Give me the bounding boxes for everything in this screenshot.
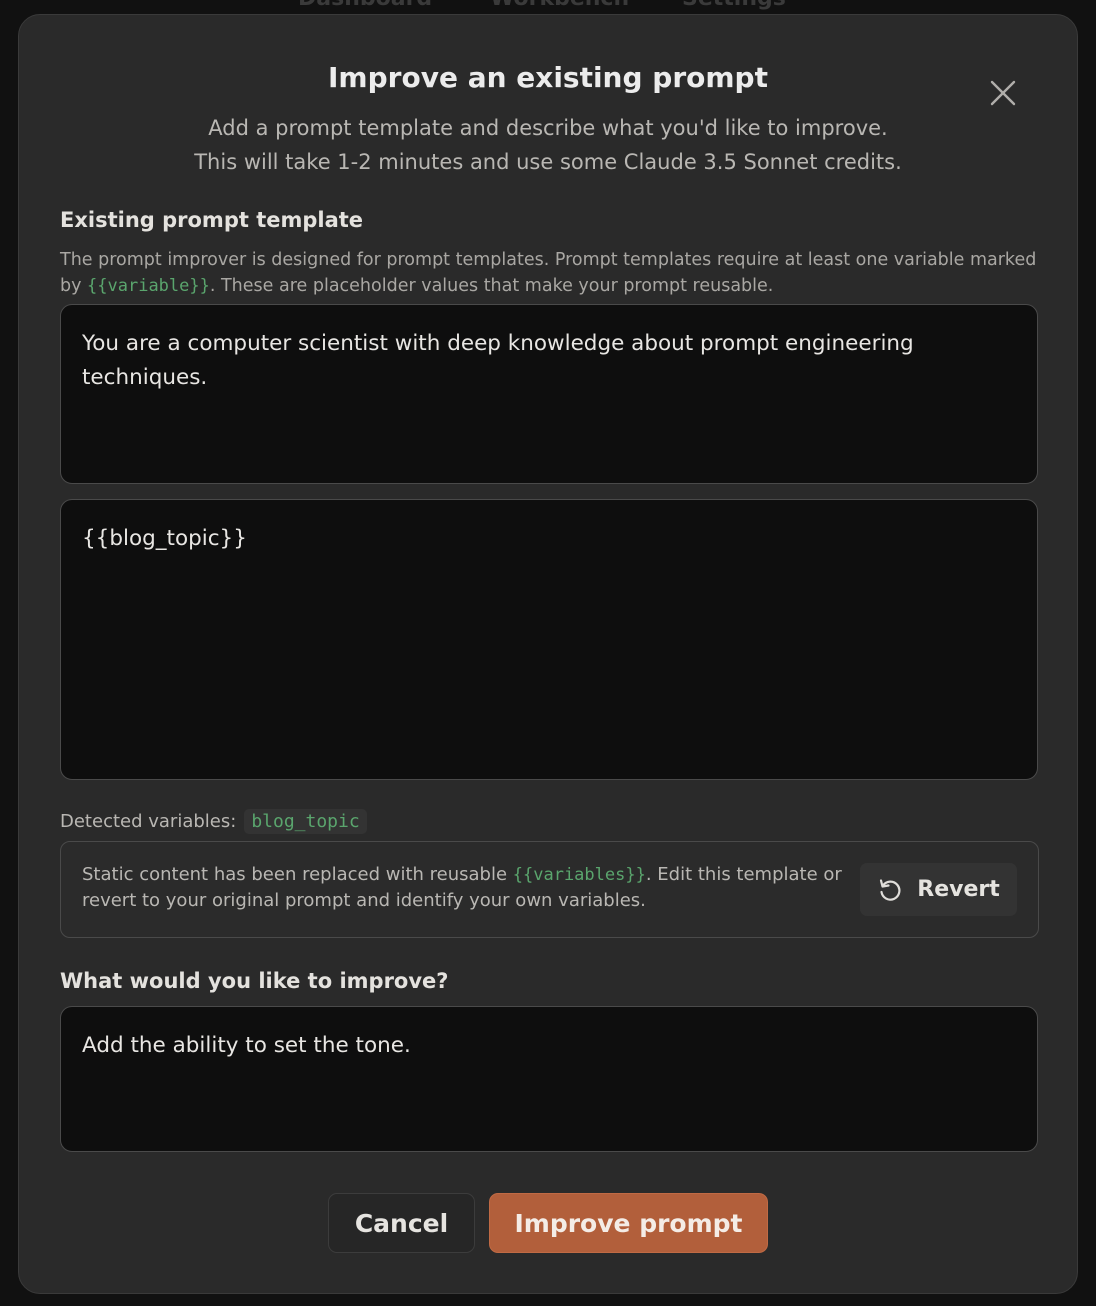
template-help-text: The prompt improver is designed for prom… xyxy=(60,247,1040,299)
system-prompt-textarea[interactable]: You are a computer scientist with deep k… xyxy=(60,304,1038,484)
variables-notice: Static content has been replaced with re… xyxy=(60,841,1039,938)
cancel-button[interactable]: Cancel xyxy=(328,1193,475,1253)
improve-section-label: What would you like to improve? xyxy=(60,969,449,993)
template-section-label: Existing prompt template xyxy=(60,208,364,232)
detected-variables-label: Detected variables: xyxy=(60,811,237,832)
nav-dashboard: Dashboard xyxy=(298,0,432,11)
improve-prompt-button[interactable]: Improve prompt xyxy=(489,1193,768,1253)
revert-label: Revert xyxy=(917,877,1000,902)
help-text-part-2: . These are placeholder values that make… xyxy=(209,276,774,296)
detected-variables: Detected variables: blog_topic xyxy=(60,809,367,834)
help-variable-code: {{variable}} xyxy=(87,276,210,296)
nav-workbench: Workbench xyxy=(490,0,629,11)
dialog-subtitle: Add a prompt template and describe what … xyxy=(19,111,1077,179)
user-prompt-textarea[interactable]: {{blog_topic}} xyxy=(60,499,1038,780)
nav-settings: Settings xyxy=(682,0,786,11)
notice-text: Static content has been replaced with re… xyxy=(82,862,842,914)
undo-icon xyxy=(880,878,901,901)
improve-prompt-dialog: Improve an existing prompt Add a prompt … xyxy=(18,14,1078,1294)
close-button[interactable] xyxy=(989,79,1017,107)
improvement-textarea[interactable]: Add the ability to set the tone. xyxy=(60,1006,1038,1152)
variable-chip: blog_topic xyxy=(244,809,367,834)
revert-button[interactable]: Revert xyxy=(860,863,1017,916)
background-nav: Dashboard Workbench Settings xyxy=(0,0,1096,14)
dialog-title: Improve an existing prompt xyxy=(328,61,768,94)
dialog-footer: Cancel Improve prompt xyxy=(19,1193,1077,1253)
notice-text-part-1: Static content has been replaced with re… xyxy=(82,864,513,885)
close-icon xyxy=(990,80,1016,106)
subtitle-line-1: Add a prompt template and describe what … xyxy=(208,116,888,140)
subtitle-line-2: This will take 1-2 minutes and use some … xyxy=(194,150,902,174)
notice-variables-code: {{variables}} xyxy=(512,865,646,885)
